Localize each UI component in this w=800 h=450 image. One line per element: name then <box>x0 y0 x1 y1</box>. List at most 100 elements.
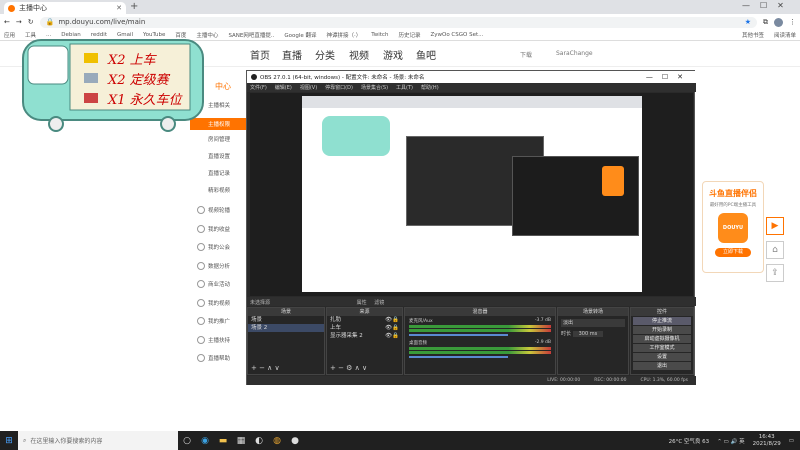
store-icon[interactable]: ▦ <box>232 431 250 450</box>
source-item[interactable]: 上车 👁🔒 <box>327 324 402 332</box>
back-icon[interactable]: ← <box>4 18 10 26</box>
menu-icon[interactable]: ⋮ <box>789 18 796 26</box>
menu-item[interactable]: 房间管理 <box>208 135 230 143</box>
menu-item[interactable]: 主播扶持 <box>208 336 230 344</box>
search-placeholder: 在这里输入你要搜索的内容 <box>30 438 103 445</box>
duration-row: 时长 300 ms <box>561 330 625 337</box>
ad-panel[interactable]: 斗鱼直播伴侣 最好用的PC端主播工具 DOUYU 立即下载 <box>702 181 764 273</box>
channel-db: -3.7 dB <box>534 318 551 323</box>
obs-menu-item[interactable]: 视图(V) <box>300 84 317 91</box>
nav-category[interactable]: 分类 <box>315 47 335 62</box>
control-button[interactable]: 退出 <box>633 362 691 370</box>
steam-icon[interactable]: ◐ <box>250 431 268 450</box>
sources-header: 来源 <box>327 308 402 316</box>
menu-item[interactable]: 视频轮播 <box>208 206 230 214</box>
menu-item[interactable]: 商业活动 <box>208 280 230 288</box>
bookmark-item[interactable]: 神谭拼接（·） <box>327 31 362 39</box>
menu-item[interactable]: 我的视频 <box>208 299 230 307</box>
control-button[interactable]: 开始录制 <box>633 326 691 334</box>
properties-button[interactable]: 属性 <box>357 300 367 306</box>
task-view-icon[interactable]: ○ <box>178 431 196 450</box>
play-icon[interactable]: ▶ <box>766 217 784 235</box>
nav-game[interactable]: 游戏 <box>383 47 403 62</box>
filters-button[interactable]: 滤镜 <box>374 300 384 306</box>
lock-icon: 🔒 <box>45 18 55 26</box>
scene-item[interactable]: 场景 2 <box>248 324 324 332</box>
obs-window-controls[interactable]: —☐✕ <box>646 73 692 81</box>
new-tab-button[interactable]: + <box>130 1 138 12</box>
window-controls[interactable]: —☐✕ <box>742 1 794 10</box>
menu-item[interactable]: 我的推广 <box>208 317 230 325</box>
menu-item[interactable]: 数据分析 <box>208 262 230 270</box>
home-icon[interactable]: ⌂ <box>766 241 784 259</box>
weather-text[interactable]: 26°C 空气良 63 <box>669 437 710 445</box>
obs-preview[interactable] <box>250 93 693 296</box>
explorer-icon[interactable]: ▬ <box>214 431 232 450</box>
taskbar: ⊞ ⌕ 在这里输入你要搜索的内容 ○ ◉ ▬ ▦ ◐ ◍ ● 26°C 空气良 … <box>0 431 800 450</box>
obs-menu-item[interactable]: 编辑(E) <box>275 84 292 91</box>
share-icon[interactable]: ⇪ <box>766 264 784 282</box>
address-bar[interactable]: 🔒 mp.douyu.com/live/main ★ <box>39 16 757 28</box>
source-buttons[interactable]: + − ⚙ ∧ ∨ <box>330 364 367 372</box>
bookmark-item[interactable]: 历史记录 <box>398 31 420 39</box>
nav-video[interactable]: 视频 <box>349 47 369 62</box>
taskbar-search[interactable]: ⌕ 在这里输入你要搜索的内容 <box>18 431 178 450</box>
obs-menu-item[interactable]: 场景集合(S) <box>361 84 388 91</box>
menu-item[interactable]: 直播帮助 <box>208 354 230 362</box>
obs-menu-item[interactable]: 停靠窗口(D) <box>325 84 353 91</box>
obs-menu-item[interactable]: 帮助(H) <box>421 84 439 91</box>
source-item[interactable]: 扎肋 👁🔒 <box>327 316 402 324</box>
browser-tab[interactable]: 主播中心 ✕ <box>4 2 126 14</box>
user-name[interactable]: SaraChange <box>556 50 593 57</box>
menu-item[interactable]: 我的公会 <box>208 243 230 251</box>
obs-menu-item[interactable]: 工具(T) <box>396 84 413 91</box>
obs-menu-item[interactable]: 文件(F) <box>250 84 267 91</box>
duration-input[interactable]: 300 ms <box>572 331 604 337</box>
download-link[interactable]: 下载 <box>520 50 532 59</box>
bookmark-item[interactable]: ZywOo CSGO Set... <box>430 32 483 38</box>
transition-select[interactable]: 淡出 <box>561 319 625 327</box>
obs-taskbar-icon[interactable]: ● <box>286 431 304 450</box>
nav-live[interactable]: 直播 <box>282 47 302 62</box>
scene-buttons[interactable]: + − ∧ ∨ <box>251 364 280 372</box>
source-item[interactable]: 显示器采集 2 👁🔒 <box>327 332 402 340</box>
control-button[interactable]: 工作室模式 <box>633 344 691 352</box>
star-icon[interactable]: ★ <box>745 18 751 26</box>
bookmark-item[interactable]: 应用 <box>4 31 15 39</box>
menu-item[interactable]: 精彩视频 <box>208 186 230 194</box>
bookmark-item[interactable]: 其他书签 <box>742 31 764 39</box>
windows-start-icon[interactable]: ⊞ <box>0 431 18 450</box>
volume-slider[interactable] <box>409 334 509 336</box>
volume-slider[interactable] <box>409 356 509 358</box>
forward-icon[interactable]: → <box>16 18 22 26</box>
clock[interactable]: 16:43 2021/8/29 <box>753 434 781 448</box>
ad-download-button[interactable]: 立即下载 <box>715 248 751 257</box>
menu-item[interactable]: 直播记录 <box>208 169 230 177</box>
close-tab-icon[interactable]: ✕ <box>116 4 122 12</box>
bookmark-item[interactable]: Twitch <box>371 32 388 38</box>
menu-item[interactable]: 直播设置 <box>208 152 230 160</box>
bookmark-item[interactable]: 阅读清单 <box>774 31 796 39</box>
bookmark-item[interactable]: Google 翻译 <box>284 31 316 39</box>
tray-icons[interactable]: ⌃ ▭ 🔊 英 <box>717 437 744 445</box>
notification-icon[interactable]: ▭ <box>789 438 794 444</box>
menu-item-icon <box>197 206 205 214</box>
nav-home[interactable]: 首页 <box>250 47 270 62</box>
menu-item[interactable]: 我的收益 <box>208 225 230 233</box>
obs-status-bar: LIVE: 00:00:00 REC: 00:00:00 CPU: 1.3%, … <box>247 376 696 385</box>
control-button[interactable]: 设置 <box>633 353 691 361</box>
volume-meter <box>409 347 551 350</box>
source-toolbar: 未选择源 属性 滤镜 <box>247 297 696 306</box>
avatar[interactable] <box>774 17 783 27</box>
control-button[interactable]: 启动虚拟摄像机 <box>633 335 691 343</box>
extensions-icon[interactable]: ⧉ <box>763 18 768 27</box>
edge-icon[interactable]: ◉ <box>196 431 214 450</box>
nav-yuba[interactable]: 鱼吧 <box>416 47 436 62</box>
reload-icon[interactable]: ↻ <box>28 18 34 26</box>
obs-window[interactable]: OBS 27.0.1 (64-bit, windows) - 配置文件: 未命名… <box>246 70 696 385</box>
chrome-icon[interactable]: ◍ <box>268 431 286 450</box>
channel-db: -2.9 dB <box>534 340 551 345</box>
control-button[interactable]: 停止推流 <box>633 317 691 325</box>
bookmark-item[interactable]: SANE网吧直播提.. <box>228 31 274 39</box>
scene-item[interactable]: 场景 <box>248 316 324 324</box>
